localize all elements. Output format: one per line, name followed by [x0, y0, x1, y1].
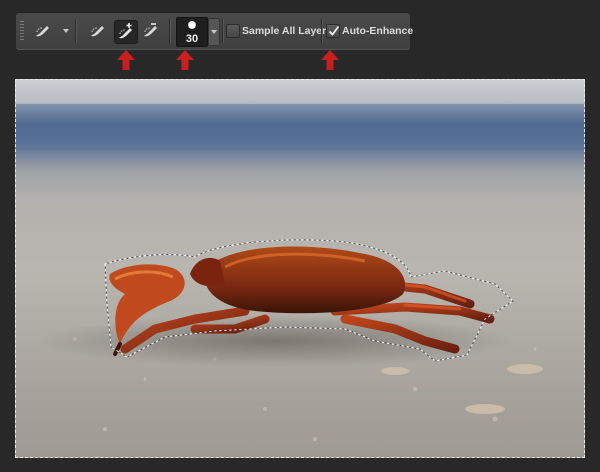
annotation-arrow-up-icon [321, 50, 339, 70]
auto-enhance-checkbox[interactable] [326, 24, 340, 38]
options-bar: 30 Sample All Layers Auto-Enhance [16, 12, 414, 50]
toolbar-divider [75, 19, 76, 43]
new-selection-brush-icon[interactable] [88, 21, 108, 41]
brush-size-picker[interactable]: 30 [176, 17, 208, 47]
sample-all-layers-label: Sample All Layers [242, 25, 333, 37]
annotation-arrow-up-icon [117, 50, 135, 70]
brush-size-value: 30 [185, 33, 199, 45]
checkmark-icon [328, 25, 340, 36]
annotation-arrow-up-icon [176, 50, 194, 70]
toolbar-divider [222, 19, 223, 43]
toolbar-divider [321, 19, 322, 43]
canvas-selection-border [15, 79, 585, 458]
toolbar-grip[interactable] [20, 21, 24, 41]
add-to-selection-brush-icon[interactable] [114, 20, 138, 44]
brush-tip-icon [188, 21, 196, 29]
subtract-from-selection-brush-icon[interactable] [141, 21, 161, 41]
brush-picker-dropdown[interactable] [208, 18, 220, 46]
toolbar-divider [169, 19, 170, 43]
chevron-down-icon [211, 30, 217, 34]
quick-selection-brush-icon[interactable] [33, 21, 53, 41]
chevron-down-icon[interactable] [63, 29, 69, 33]
sample-all-layers-checkbox[interactable] [226, 24, 240, 38]
auto-enhance-label: Auto-Enhance [342, 25, 414, 37]
